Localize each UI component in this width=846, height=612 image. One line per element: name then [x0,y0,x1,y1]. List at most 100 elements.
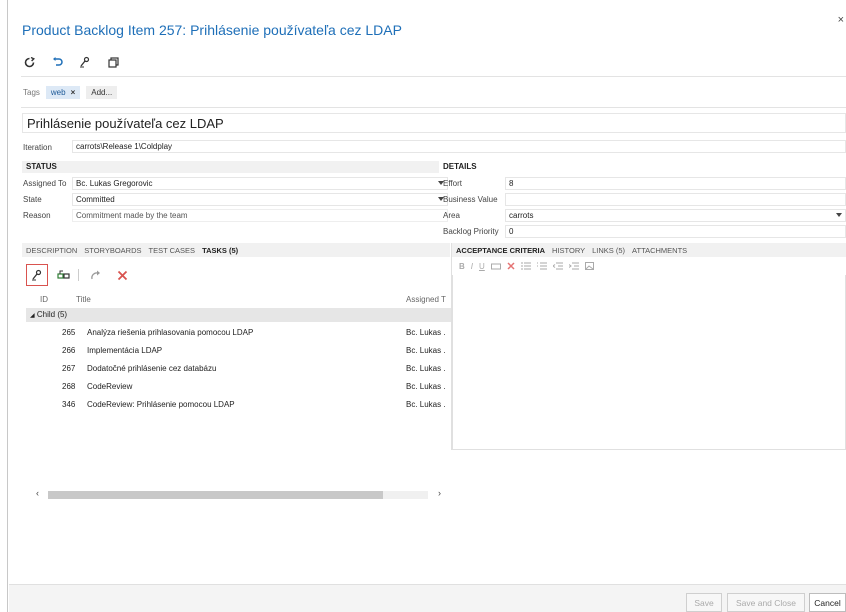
task-title: Implementácia LDAP [87,346,163,355]
effort-field[interactable]: 8 [505,177,846,190]
task-assigned: Bc. Lukas . [406,346,446,355]
task-assigned: Bc. Lukas . [406,382,446,391]
table-row[interactable]: 267 Dodatočné prihlásenie cez databázu B… [26,362,451,376]
area-select[interactable]: carrots [505,209,846,222]
clear-format-icon[interactable] [507,262,515,270]
table-row[interactable]: 265 Analýza riešenia prihlasovania pomoc… [26,326,451,340]
scrollbar-thumb[interactable] [48,491,383,499]
assigned-to-select[interactable]: Bc. Lukas Gregorovic [72,177,448,190]
new-task-icon [32,269,42,281]
task-title: Dodatočné prihlásenie cez databázu [87,364,217,373]
column-header-title[interactable]: Title [76,295,91,304]
undo-icon[interactable] [49,55,65,69]
new-linked-task-button[interactable] [26,264,48,286]
right-tab-bar: ACCEPTANCE CRITERIA HISTORY LINKS (5) AT… [452,243,846,257]
new-linked-item-icon[interactable] [77,55,93,69]
acceptance-criteria-editor[interactable] [452,275,846,450]
link-existing-button[interactable] [52,264,74,286]
italic-button[interactable]: I [471,262,473,271]
task-id: 267 [62,364,76,373]
task-id: 268 [62,382,76,391]
highlight-icon[interactable] [490,262,501,270]
save-button[interactable]: Save [686,593,722,612]
task-title: CodeReview [87,382,133,391]
delete-link-button[interactable] [111,264,133,286]
tab-history[interactable]: HISTORY [552,246,585,255]
task-id: 266 [62,346,76,355]
dialog-footer: Save Save and Close Cancel [9,584,846,612]
area-row: Area [443,209,460,222]
toolbar-separator [78,269,79,281]
chevron-down-icon [836,213,842,217]
decrease-indent-icon[interactable] [552,262,563,270]
link-icon [56,270,70,279]
close-icon[interactable]: × [838,14,844,26]
bold-button[interactable]: B [459,262,465,271]
status-section-header: STATUS [22,161,448,173]
work-item-toolbar [21,55,133,69]
group-row-child[interactable]: ◢ Child (5) [26,308,451,322]
task-assigned: Bc. Lukas . [406,400,446,409]
tab-attachments[interactable]: ATTACHMENTS [632,246,687,255]
task-assigned: Bc. Lukas . [406,328,446,337]
table-row[interactable]: 268 CodeReview Bc. Lukas . [26,380,451,394]
column-header-id[interactable]: ID [40,295,48,304]
reason-row: Reason [23,209,51,222]
table-row[interactable]: 266 Implementácia LDAP Bc. Lukas . [26,344,451,358]
tab-acceptance-criteria[interactable]: ACCEPTANCE CRITERIA [456,246,545,255]
left-tab-bar: DESCRIPTION STORYBOARDS TEST CASES TASKS… [22,243,450,257]
task-title: CodeReview: Prihlásenie pomocou LDAP [87,400,235,409]
group-label: Child (5) [36,310,68,319]
state-select[interactable]: Committed [72,193,448,206]
open-link-button[interactable] [85,264,107,286]
iteration-label: Iteration [23,143,52,152]
tag-chip-web[interactable]: web × [45,85,81,99]
tab-description[interactable]: DESCRIPTION [26,246,77,255]
task-id: 346 [62,400,76,409]
backlog-priority-label: Backlog Priority [443,227,499,236]
tab-storyboards[interactable]: STORYBOARDS [84,246,141,255]
reason-field[interactable]: Commitment made by the team [72,209,448,222]
collapse-triangle-icon[interactable]: ◢ [30,313,35,319]
delete-icon [117,270,127,280]
divider [21,107,846,108]
left-window-edge [0,0,8,612]
tags-label: Tags [23,87,40,97]
insert-image-icon[interactable] [584,262,594,270]
state-row: State [23,193,42,206]
numbered-list-icon[interactable] [536,262,547,270]
state-label: State [23,195,42,204]
cancel-button[interactable]: Cancel [809,593,846,612]
iteration-field[interactable]: carrots\Release 1\Coldplay [72,140,846,153]
column-header-assigned[interactable]: Assigned T [406,295,446,304]
horizontal-scrollbar[interactable]: ‹ › [36,488,446,501]
tasks-grid-header: ID Title Assigned T [26,293,451,307]
add-tag-button[interactable]: Add... [86,85,118,99]
rich-text-toolbar: B I U [459,260,594,272]
effort-row: Effort [443,177,462,190]
business-value-field[interactable] [505,193,846,206]
bullet-list-icon[interactable] [520,262,531,270]
tag-remove-icon[interactable]: × [71,88,76,97]
refresh-icon[interactable] [21,55,37,69]
page-title: Product Backlog Item 257: Prihlásenie po… [22,22,402,38]
increase-indent-icon[interactable] [568,262,579,270]
tab-links[interactable]: LINKS (5) [592,246,625,255]
tab-test-cases[interactable]: TEST CASES [149,246,196,255]
copy-icon[interactable] [105,55,121,69]
work-item-dialog: Product Backlog Item 257: Prihlásenie po… [9,0,846,612]
underline-button[interactable]: U [479,262,485,271]
tasks-toolbar [26,264,137,286]
scroll-right-icon[interactable]: › [438,488,441,498]
work-item-title-field[interactable]: Prihlásenie používateľa cez LDAP [22,113,846,133]
business-value-row: Business Value [443,193,498,206]
tab-tasks[interactable]: TASKS (5) [202,246,238,255]
area-label: Area [443,211,460,220]
scroll-left-icon[interactable]: ‹ [36,488,39,498]
assigned-to-row: Assigned To [23,177,66,190]
backlog-priority-row: Backlog Priority [443,225,499,238]
save-and-close-button[interactable]: Save and Close [727,593,805,612]
reason-label: Reason [23,211,51,220]
table-row[interactable]: 346 CodeReview: Prihlásenie pomocou LDAP… [26,398,451,412]
backlog-priority-field[interactable]: 0 [505,225,846,238]
